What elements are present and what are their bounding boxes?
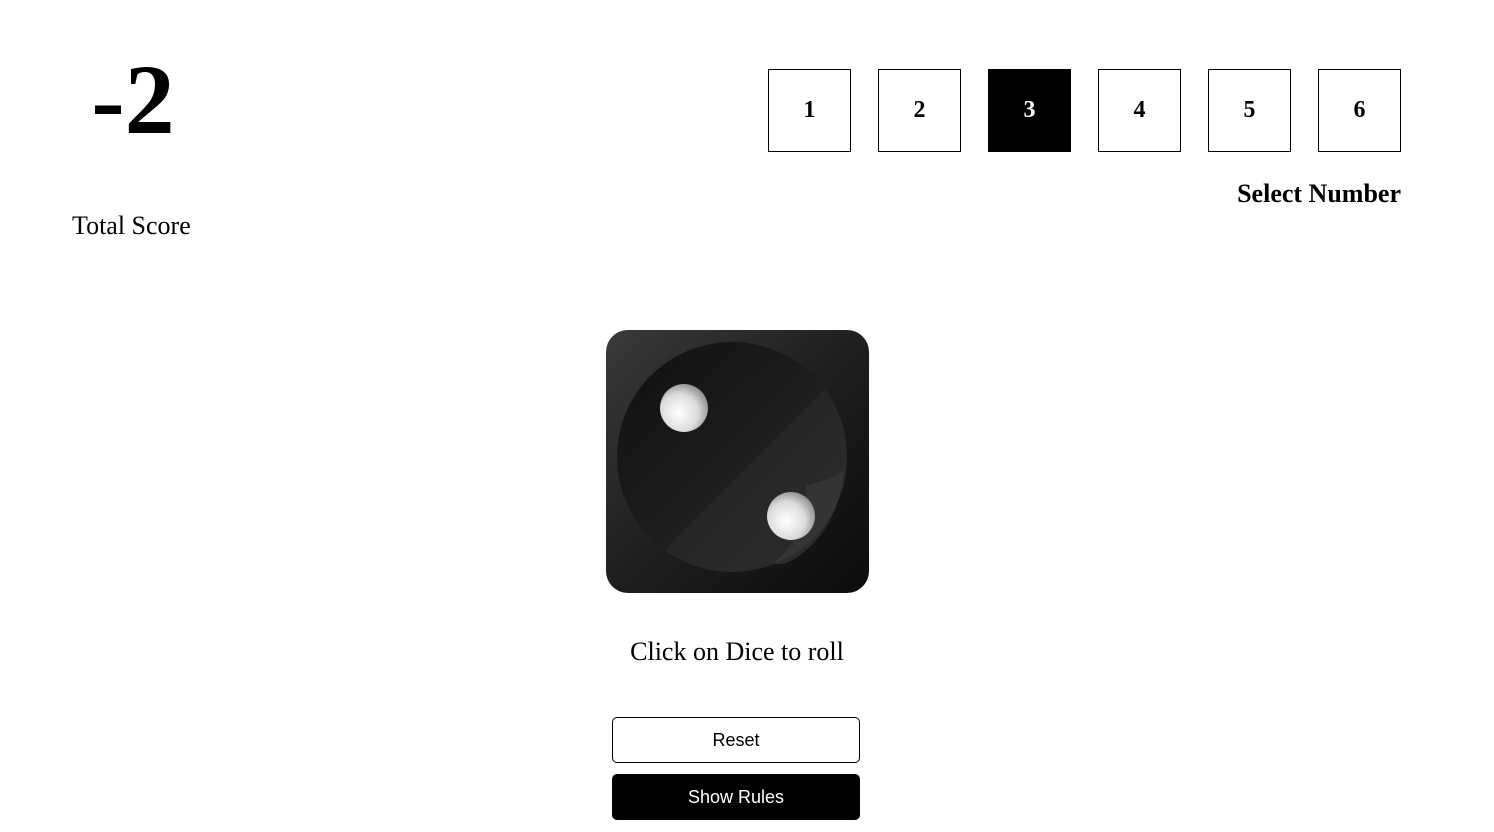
total-score-value: -2 [91, 44, 175, 155]
dice-pip [767, 492, 815, 540]
number-option-5[interactable]: 5 [1208, 69, 1291, 152]
show-rules-button[interactable]: Show Rules [612, 774, 860, 820]
roll-hint-text: Click on Dice to roll [630, 637, 844, 666]
score-block: -2 [72, 40, 212, 160]
number-option-3[interactable]: 3 [988, 69, 1071, 152]
dice-pip [660, 384, 708, 432]
number-option-1[interactable]: 1 [768, 69, 851, 152]
reset-button[interactable]: Reset [612, 717, 860, 763]
dice-two-icon [606, 330, 869, 593]
number-option-4[interactable]: 4 [1098, 69, 1181, 152]
game-page: -2 Total Score 1 2 3 4 5 6 Select Number [0, 0, 1494, 832]
number-option-2[interactable]: 2 [878, 69, 961, 152]
dice-button[interactable] [606, 330, 869, 593]
number-option-6[interactable]: 6 [1318, 69, 1401, 152]
number-selector: 1 2 3 4 5 6 [768, 69, 1401, 152]
select-number-label: Select Number [1237, 179, 1401, 208]
total-score-label: Total Score [72, 211, 191, 240]
